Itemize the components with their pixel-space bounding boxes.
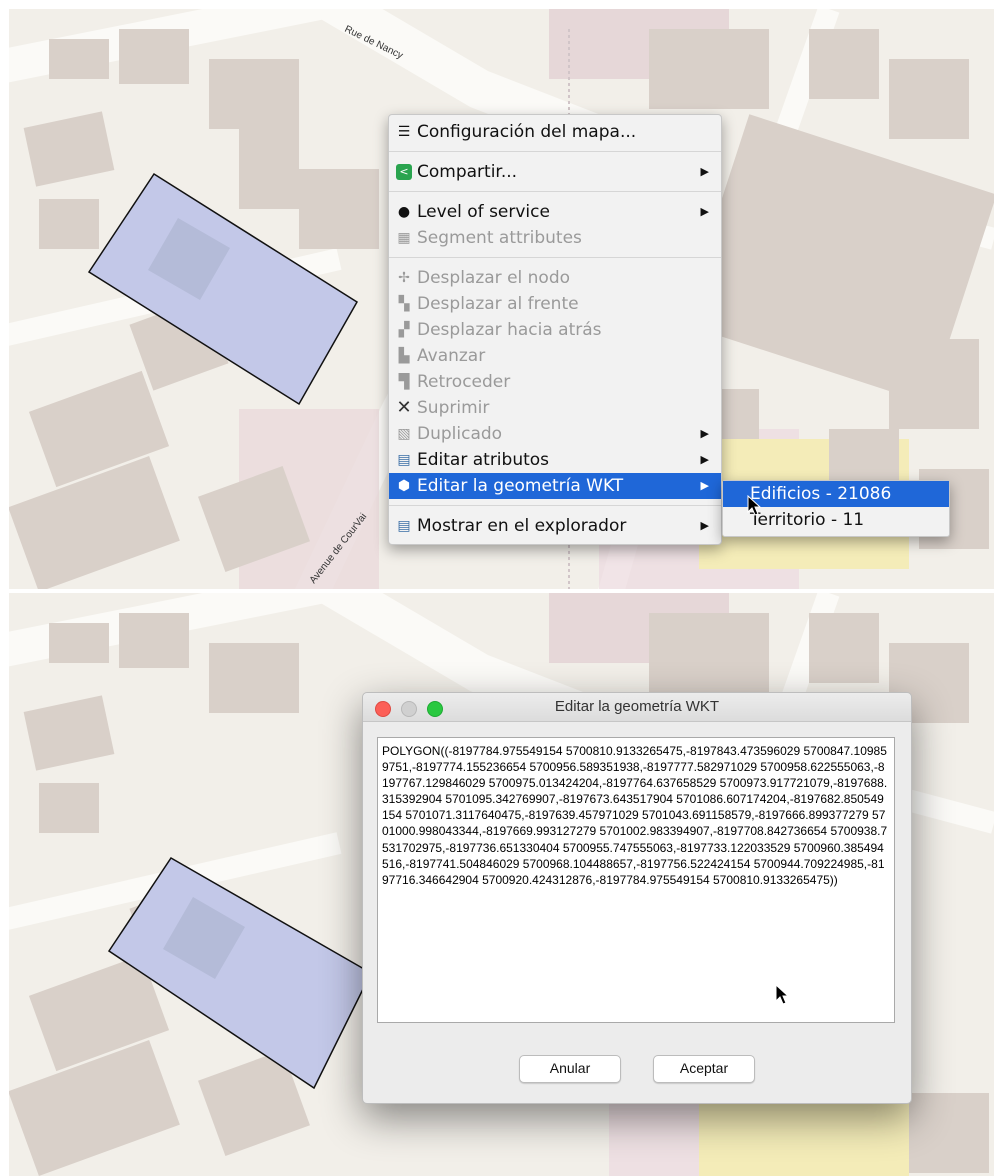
menu-item-delete[interactable]: ✕ Suprimir [389, 395, 721, 421]
zoom-window-button[interactable] [427, 701, 443, 717]
send-backward-icon: ▜ [398, 374, 410, 390]
menu-item-label: Desplazar hacia atrás [417, 320, 602, 340]
menu-separator [389, 505, 721, 506]
menu-item-label: Desplazar al frente [417, 294, 579, 314]
geometry-icon: ⬢ [397, 478, 411, 494]
menu-item-label: Retroceder [417, 372, 511, 392]
menu-item-label: Avanzar [417, 346, 486, 366]
level-of-service-icon: ● [397, 204, 411, 220]
menu-item-edit-attributes[interactable]: ▤ Editar atributos ▶ [389, 447, 721, 473]
menu-item-edit-wkt-geometry[interactable]: ⬢ Editar la geometría WKT ▶ [389, 473, 721, 499]
menu-item-label: Suprimir [417, 398, 490, 418]
menu-item-bring-to-front[interactable]: ▚ Desplazar al frente [389, 291, 721, 317]
menu-item-move-node[interactable]: ✢ Desplazar el nodo [389, 265, 721, 291]
wkt-dialog: Editar la geometría WKT POLYGON((-819778… [362, 692, 912, 1104]
menu-item-label: Compartir... [417, 162, 518, 182]
submenu-arrow-icon: ▶ [700, 427, 709, 440]
menu-item-label: Editar la geometría WKT [417, 476, 624, 496]
mouse-cursor-icon [747, 495, 761, 516]
segment-attributes-icon: ▦ [397, 230, 411, 246]
submenu-arrow-icon: ▶ [700, 165, 709, 178]
menu-separator [389, 257, 721, 258]
menu-item-label: Level of service [417, 202, 550, 222]
dialog-titlebar[interactable]: Editar la geometría WKT [363, 693, 911, 722]
submenu-arrow-icon: ▶ [700, 205, 709, 218]
menu-item-show-in-explorer[interactable]: ▤ Mostrar en el explorador ▶ [389, 513, 721, 539]
delete-icon: ✕ [396, 397, 412, 418]
bring-forward-icon: ▙ [398, 348, 410, 364]
move-node-icon: ✢ [398, 270, 410, 286]
menu-item-send-to-back[interactable]: ▞ Desplazar hacia atrás [389, 317, 721, 343]
table-icon: ▤ [397, 518, 411, 534]
menu-separator [389, 191, 721, 192]
menu-item-label: Mostrar en el explorador [417, 516, 627, 536]
menu-separator [389, 151, 721, 152]
menu-item-label: Editar atributos [417, 450, 550, 470]
submenu-arrow-icon: ▶ [700, 453, 709, 466]
menu-item-map-config[interactable]: ☰ Configuración del mapa... [389, 119, 721, 145]
mouse-cursor-icon [775, 984, 789, 1005]
menu-item-share[interactable]: < Compartir... ▶ [389, 159, 721, 185]
submenu-arrow-icon: ▶ [700, 479, 709, 492]
share-icon: < [396, 164, 412, 180]
menu-item-bring-forward[interactable]: ▙ Avanzar [389, 343, 721, 369]
menu-item-level-of-service[interactable]: ● Level of service ▶ [389, 199, 721, 225]
menu-item-send-backward[interactable]: ▜ Retroceder [389, 369, 721, 395]
menu-item-label: Segment attributes [417, 228, 582, 248]
context-menu: ☰ Configuración del mapa... < Compartir.… [388, 114, 722, 545]
menu-item-label: Configuración del mapa... [417, 122, 637, 142]
menu-item-label: Duplicado [417, 424, 503, 444]
dialog-title: Editar la geometría WKT [554, 698, 720, 715]
send-to-back-icon: ▞ [398, 322, 410, 338]
map-config-icon: ☰ [397, 124, 411, 140]
table-icon: ▤ [397, 452, 411, 468]
bring-to-front-icon: ▚ [398, 296, 410, 312]
menu-item-label: Desplazar el nodo [417, 268, 571, 288]
menu-item-segment-attributes[interactable]: ▦ Segment attributes [389, 225, 721, 251]
cancel-button[interactable]: Anular [519, 1055, 621, 1083]
submenu-arrow-icon: ▶ [700, 519, 709, 532]
minimize-window-button[interactable] [401, 701, 417, 717]
wkt-text-area[interactable]: POLYGON((-8197784.975549154 5700810.9133… [377, 737, 895, 1023]
duplicate-icon: ▧ [397, 426, 411, 442]
close-window-button[interactable] [375, 701, 391, 717]
accept-button[interactable]: Aceptar [653, 1055, 755, 1083]
menu-item-duplicate[interactable]: ▧ Duplicado ▶ [389, 421, 721, 447]
